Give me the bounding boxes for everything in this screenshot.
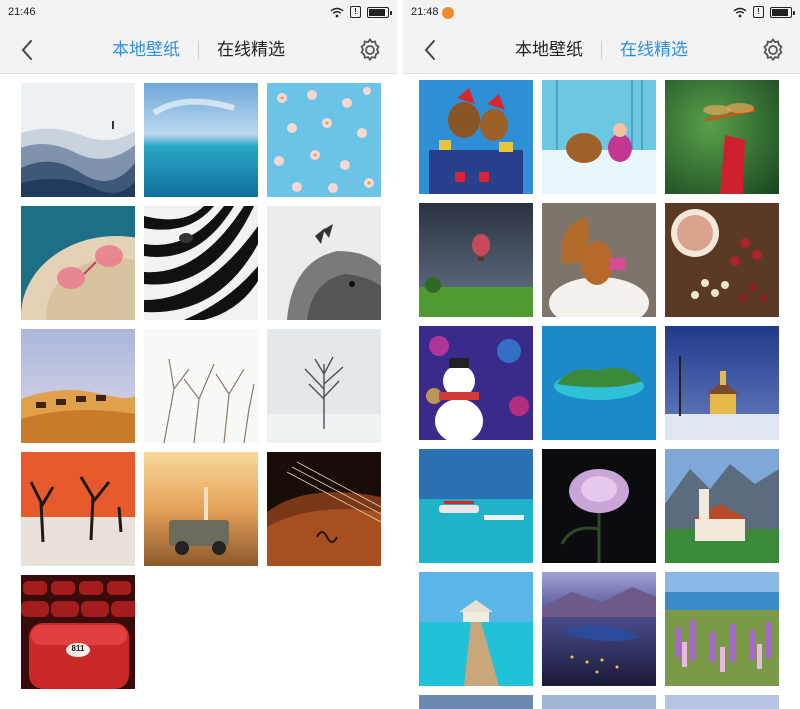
tab-group: 本地壁纸 在线精选 [0,38,397,62]
wallpaper-thumb-misty-tree[interactable] [267,329,381,443]
screenshot-stage: 21:46 ! 本地壁纸 在线精选 811 21:48 ! 本地壁纸 在线精选 [0,0,800,709]
wallpaper-thumb-food-beans[interactable] [665,203,779,317]
wallpaper-thumb-sunglasses-hat[interactable] [21,206,135,320]
alert-icon: ! [753,6,764,18]
wallpaper-thumb-desert-camels[interactable] [21,329,135,443]
status-icons: ! [330,6,392,18]
wifi-icon [733,7,747,17]
wallpaper-thumb-blue-sea[interactable] [144,83,258,197]
gear-icon[interactable] [357,37,383,63]
battery-icon [367,6,392,18]
wallpaper-thumb-dead-trees[interactable] [21,452,135,566]
wallpaper-thumb-island-sea[interactable] [542,326,656,440]
wallpaper-thumb-partial-2[interactable] [542,695,656,709]
notification-icon [442,7,454,19]
wallpaper-thumb-pier[interactable] [419,572,533,686]
wallpaper-thumb-dragonfly[interactable] [665,80,779,194]
tab-local-wallpapers[interactable]: 本地壁纸 [497,38,601,62]
nav-bar: 本地壁纸 在线精选 [0,26,397,74]
wallpaper-thumb-lupine-lake[interactable] [665,572,779,686]
wallpaper-grid: 811 [0,75,397,709]
wallpaper-thumb-seaplane[interactable] [419,449,533,563]
wallpaper-thumb-winter-chapel[interactable] [665,326,779,440]
tab-online-featured[interactable]: 在线精选 [199,38,303,62]
wallpaper-thumb-lake-city[interactable] [542,572,656,686]
wallpaper-thumb-squirrel-camera[interactable] [542,203,656,317]
wallpaper-thumb-snowy-branches[interactable] [144,329,258,443]
wallpaper-thumb-violin[interactable] [267,452,381,566]
nav-bar: 本地壁纸 在线精选 [403,26,800,74]
wallpaper-thumb-christmas-reindeer[interactable] [419,80,533,194]
tab-group: 本地壁纸 在线精选 [403,38,800,62]
wallpaper-thumb-ocean-wave[interactable] [21,83,135,197]
wallpaper-thumb-peony[interactable] [542,449,656,563]
wallpaper-thumb-zebra[interactable] [144,206,258,320]
alert-icon: ! [350,6,361,18]
wallpaper-thumb-theater-seats[interactable]: 811 [21,575,135,689]
wallpaper-thumb-cat-butterfly[interactable] [267,206,381,320]
status-bar: 21:46 ! [0,0,397,26]
tab-local-wallpapers[interactable]: 本地壁纸 [94,38,198,62]
wallpaper-thumb-partial-3[interactable] [665,695,779,709]
wallpaper-thumb-partial-1[interactable] [419,695,533,709]
wallpaper-thumb-alpine-church[interactable] [665,449,779,563]
tab-online-featured[interactable]: 在线精选 [602,38,706,62]
wallpaper-thumb-reindeer-girl[interactable] [542,80,656,194]
status-time: 21:46 [8,6,36,18]
wallpaper-grid [403,75,800,709]
status-bar: 21:48 ! [403,0,800,26]
status-time: 21:48 [411,6,439,18]
wallpaper-thumb-snowman[interactable] [419,326,533,440]
right-phone-screen: 21:48 ! 本地壁纸 在线精选 [403,0,800,709]
left-phone-screen: 21:46 ! 本地壁纸 在线精选 811 [0,0,397,709]
status-icons: ! [733,6,795,18]
wifi-icon [330,7,344,17]
wallpaper-thumb-hot-air-balloon[interactable] [419,203,533,317]
seat-number-label: 811 [71,644,85,653]
battery-icon [770,6,795,18]
wallpaper-thumb-jeep-sunset[interactable] [144,452,258,566]
gear-icon[interactable] [760,37,786,63]
wallpaper-thumb-flowers-blue[interactable] [267,83,381,197]
